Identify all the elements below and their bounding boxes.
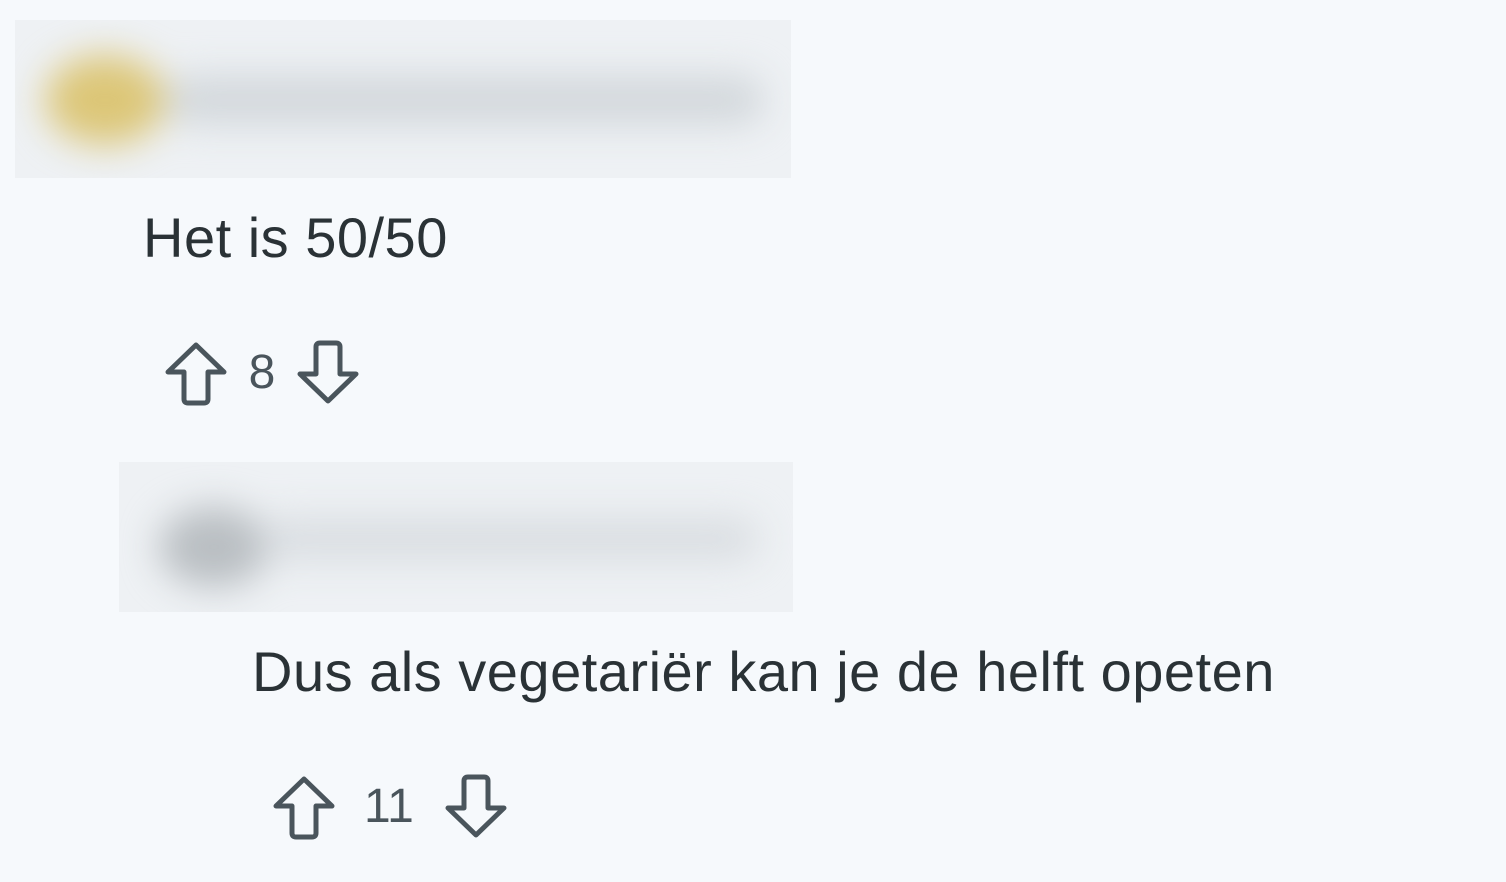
arrow-down-outline-icon	[445, 774, 507, 838]
avatar	[159, 507, 269, 587]
vote-score: 8	[248, 346, 276, 399]
vote-controls: 8	[160, 338, 364, 408]
comment-thread: Het is 50/50 8 Dus als vegetariër kan je…	[0, 0, 1506, 882]
arrow-up-outline-icon	[273, 776, 335, 840]
reply-author-header-redacted	[119, 462, 793, 612]
upvote-button[interactable]	[268, 771, 340, 843]
comment-body: Het is 50/50	[143, 206, 448, 269]
avatar	[45, 55, 165, 145]
arrow-down-outline-icon	[297, 340, 359, 404]
vote-score: 11	[364, 780, 414, 833]
username-redacted	[165, 75, 765, 125]
arrow-up-outline-icon	[165, 342, 227, 406]
username-redacted	[259, 517, 759, 561]
reply-body: Dus als vegetariër kan je de helft opete…	[252, 640, 1275, 703]
upvote-button[interactable]	[160, 337, 232, 409]
vote-controls: 11	[268, 772, 512, 842]
downvote-button[interactable]	[440, 771, 512, 843]
downvote-button[interactable]	[292, 337, 364, 409]
comment-author-header-redacted	[15, 20, 791, 178]
